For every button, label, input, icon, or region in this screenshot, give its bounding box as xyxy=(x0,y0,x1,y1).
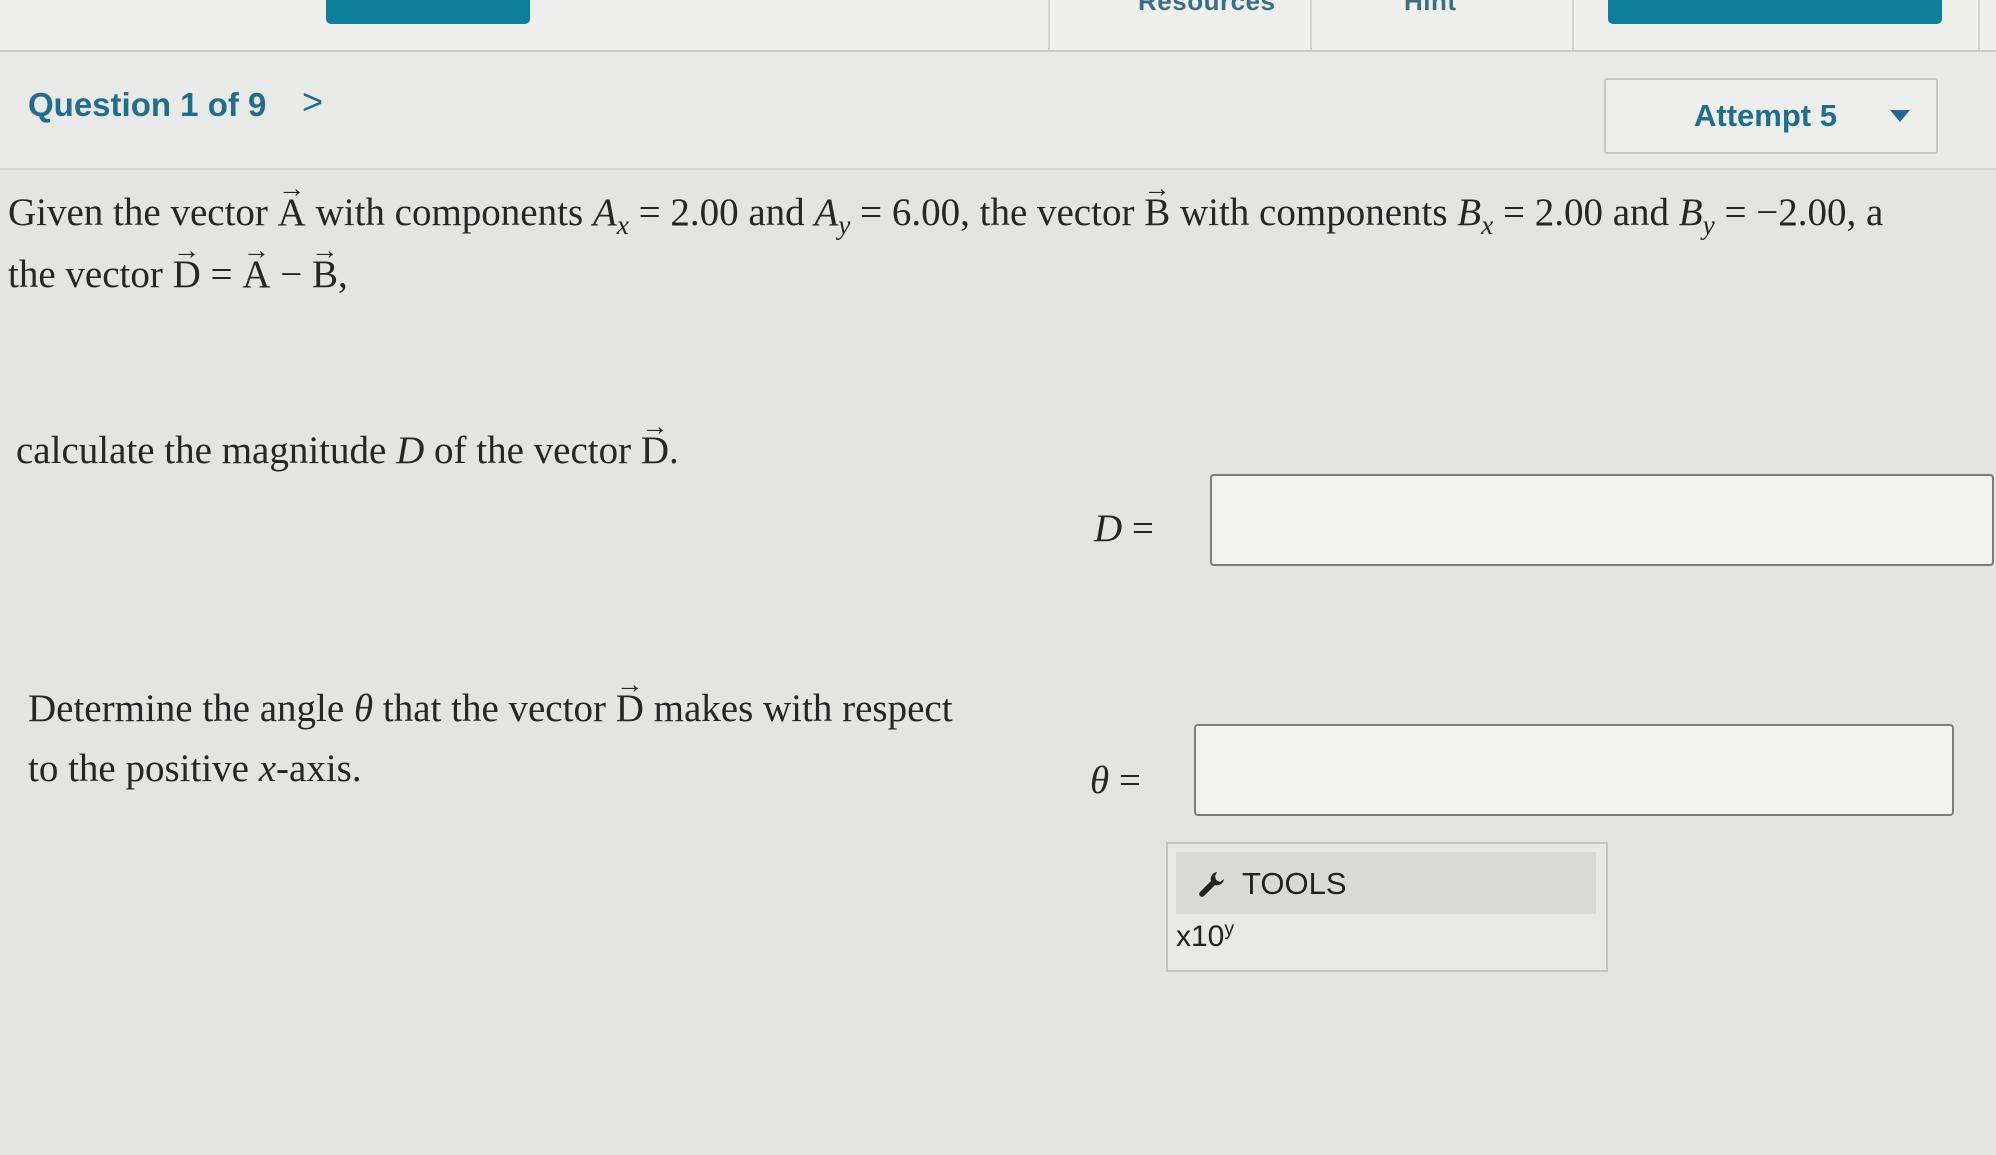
part-1-prompt: calculate the magnitude D of the vector … xyxy=(16,428,679,473)
problem-content xyxy=(0,170,1996,1155)
problem-statement-line-2: the vector D = A − B, xyxy=(8,252,348,297)
question-title: Question 1 of 9 xyxy=(28,86,267,123)
vector-d-symbol: D xyxy=(173,252,201,297)
top-nav-button-right[interactable] xyxy=(1608,0,1942,24)
wrench-icon xyxy=(1199,872,1224,897)
top-nav-bar: Resources Hint xyxy=(0,0,1996,52)
top-nav-divider xyxy=(1978,0,1980,50)
tab-resources[interactable]: Resources xyxy=(1138,0,1275,17)
top-nav-button-left[interactable] xyxy=(326,0,530,24)
angle-label: θ = xyxy=(1090,759,1141,802)
vector-a-symbol: A xyxy=(278,190,306,235)
top-nav-divider xyxy=(1572,0,1574,50)
tools-toggle[interactable]: TOOLS xyxy=(1176,852,1596,914)
magnitude-label: D = xyxy=(1094,507,1154,550)
caret-down-icon xyxy=(1890,110,1910,122)
question-header: Question 1 of 9 > Attempt 5 xyxy=(0,52,1996,170)
vector-d-symbol: D xyxy=(616,686,644,731)
attempt-label: Attempt 5 xyxy=(1694,98,1837,133)
part-2-prompt-line-1: Determine the angle θ that the vector D … xyxy=(28,686,953,731)
tab-hint[interactable]: Hint xyxy=(1404,0,1457,17)
problem-statement-line-1: Given the vector A with components Ax = … xyxy=(8,190,1883,241)
vector-d-symbol: D xyxy=(641,428,669,473)
top-nav-divider xyxy=(1310,0,1312,50)
tools-label: TOOLS xyxy=(1242,866,1347,901)
angle-answer-input[interactable] xyxy=(1194,724,1954,816)
tools-panel: TOOLS x10y xyxy=(1166,842,1608,972)
vector-a-symbol: A xyxy=(242,252,270,297)
magnitude-answer-input[interactable] xyxy=(1210,474,1994,566)
attempt-dropdown[interactable]: Attempt 5 xyxy=(1604,78,1938,154)
scientific-notation-button[interactable]: x10y xyxy=(1176,918,1246,962)
part-2-prompt-line-2: to the positive x-axis. xyxy=(28,747,362,790)
next-question-chevron-icon[interactable]: > xyxy=(302,84,323,120)
vector-b-symbol: B xyxy=(1144,190,1170,235)
top-nav-divider xyxy=(1048,0,1050,50)
vector-b-symbol: B xyxy=(312,252,338,297)
